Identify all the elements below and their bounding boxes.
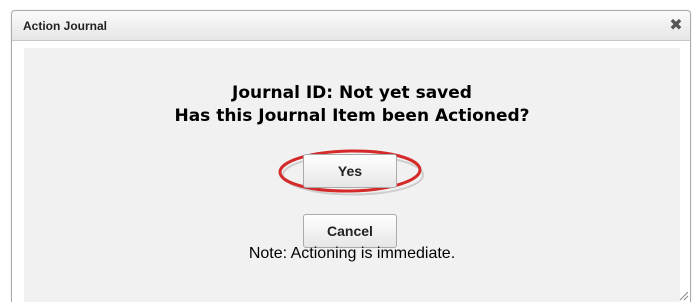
dialog-titlebar[interactable]: Action Journal ✖: [12, 11, 690, 41]
actioned-question: Has this Journal Item been Actioned?: [174, 106, 530, 126]
page: Action Journal ✖ Journal ID: Not yet sav…: [0, 0, 697, 302]
close-button[interactable]: ✖: [667, 16, 685, 34]
journal-id-heading: Journal ID: Not yet saved: [232, 83, 472, 103]
yes-button[interactable]: Yes: [303, 154, 397, 188]
dialog-content: Journal ID: Not yet saved Has this Journ…: [24, 48, 680, 302]
action-journal-dialog: Action Journal ✖ Journal ID: Not yet sav…: [11, 10, 691, 302]
resize-grip-icon[interactable]: [677, 289, 689, 301]
dialog-title: Action Journal: [23, 19, 108, 33]
cancel-button[interactable]: Cancel: [303, 214, 397, 248]
close-icon: ✖: [669, 15, 683, 34]
note-text: Note: Actioning is immediate.: [248, 245, 456, 262]
